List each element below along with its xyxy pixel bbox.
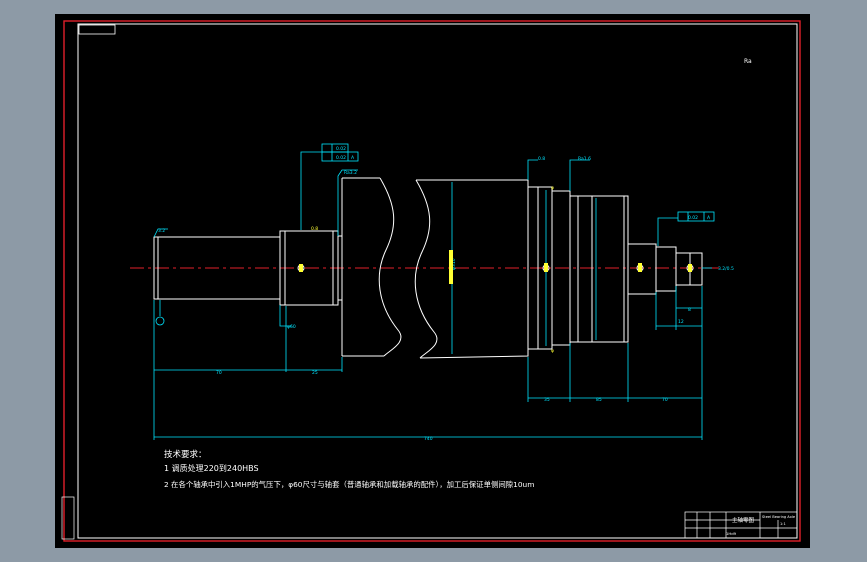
title-drawing-name: 主轴零图 — [732, 516, 755, 524]
dim-neck-length: 25 — [312, 370, 318, 376]
tol-row2: 0.02 — [336, 155, 346, 161]
title-scale: 1:1 — [780, 522, 786, 526]
dim-left-length: 70 — [216, 370, 222, 376]
collar-a-mark: 0.8 — [538, 156, 545, 162]
flange-mark: φ — [551, 186, 554, 191]
dim-sleeve-length: 85 — [596, 397, 602, 403]
title-right: Steel Bearing Axle — [762, 515, 796, 519]
dim-flange-width: 35 — [544, 397, 550, 403]
collar-c-mark: 0.8 — [311, 226, 318, 232]
dim-right-a: 8 — [688, 307, 691, 313]
left-end-roughness: 3.2 — [158, 228, 165, 234]
notes-line-2: 2 在各个轴承中引入1MHP的气压下，φ60尺寸与轴套（普通轴承和加载轴承的配件… — [164, 480, 534, 489]
collar-b-mark: Ra1.6 — [578, 156, 591, 162]
right-tol-value: 0.02 — [688, 215, 698, 221]
roughness-symbol: Ra — [744, 58, 752, 65]
dim-right-b: 12 — [678, 319, 684, 325]
drawing-canvas: Ra 3.2 0.02 0.02 A Ra3.2 0.8 Ra1.6 0.02 … — [55, 14, 810, 548]
tol-row1: 0.02 — [336, 146, 346, 152]
neck-dim: φ60 — [287, 324, 296, 330]
notes-line-1: 1 调质处理220到240HBS — [164, 463, 259, 473]
dim-overall: 740 — [424, 436, 433, 442]
title-row-text: 1Hd9 — [726, 531, 737, 536]
flange-bottom-mark: φ — [551, 349, 554, 354]
right-end-roughness: 3.2/0.5 — [718, 266, 734, 272]
notes-heading: 技术要求： — [164, 449, 207, 460]
dim-end-length: 70 — [662, 397, 668, 403]
body-roughness: Ra3.2 — [344, 170, 357, 176]
